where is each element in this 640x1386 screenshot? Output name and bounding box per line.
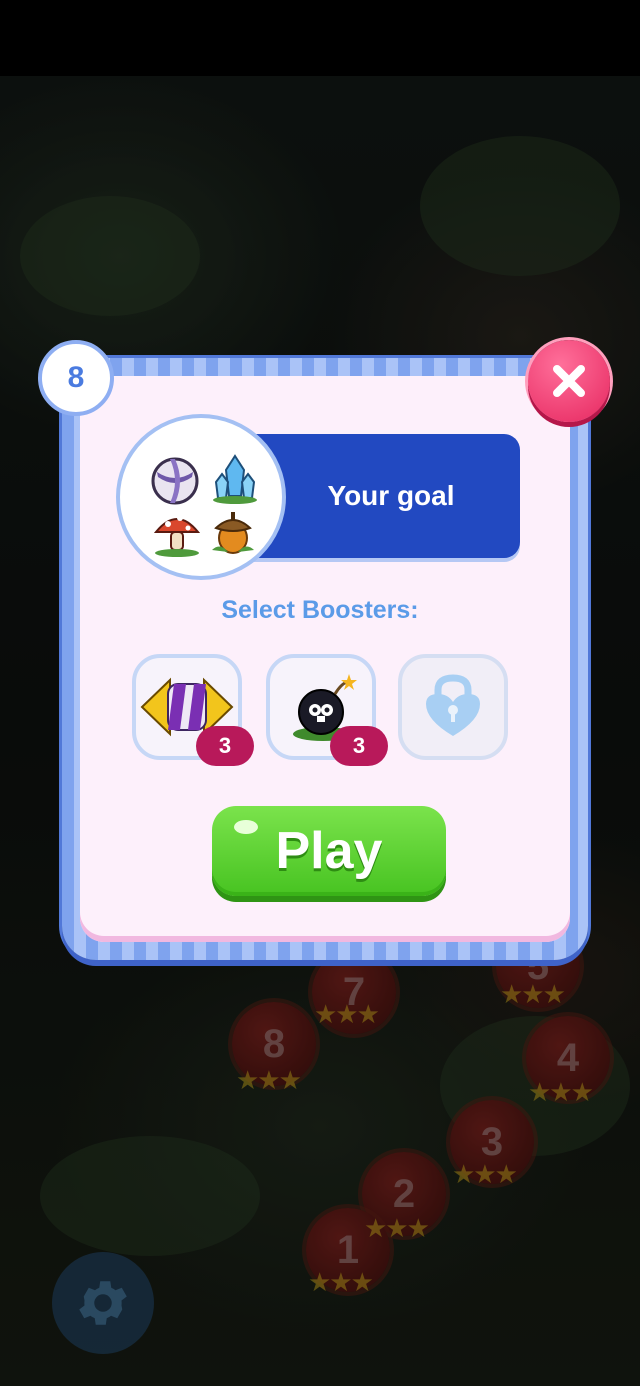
beach-ball-icon — [151, 457, 199, 505]
close-button[interactable] — [528, 340, 610, 422]
lock-icon — [426, 674, 480, 736]
booster-locked-slot[interactable] — [398, 654, 508, 760]
play-button[interactable]: Play — [212, 806, 446, 896]
crystal-icon — [213, 454, 257, 504]
play-label: Play — [275, 822, 383, 880]
booster-count-badge: 3 — [196, 726, 254, 766]
button-gloss — [234, 820, 258, 834]
acorn-icon — [212, 512, 254, 554]
booster-count-badge: 3 — [330, 726, 388, 766]
select-boosters-label: Select Boosters: — [221, 596, 419, 624]
booster-striped-candy[interactable]: 3 — [132, 654, 254, 766]
level-number: 8 — [67, 361, 85, 394]
booster-count: 3 — [218, 733, 232, 758]
booster-count: 3 — [352, 733, 366, 758]
goal-title: Your goal — [327, 480, 455, 511]
booster-bomb[interactable]: 3 — [266, 654, 388, 766]
status-bar — [0, 0, 640, 76]
close-icon — [553, 365, 585, 397]
mushroom-icon — [153, 515, 201, 557]
level-number-badge: 8 — [38, 340, 114, 416]
goal-items-panel — [116, 414, 286, 580]
